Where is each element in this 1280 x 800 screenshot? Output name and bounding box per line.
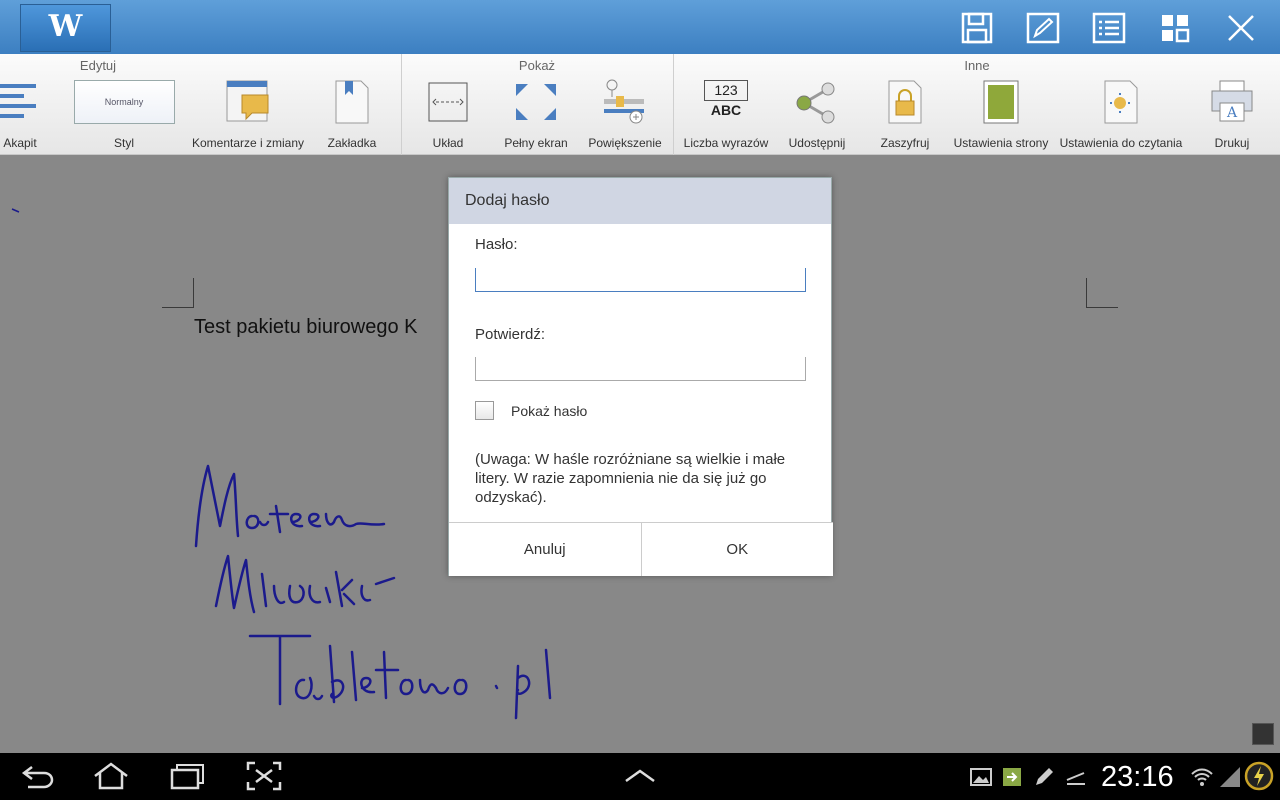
ribbon-zoom[interactable]: Powiększenie	[586, 78, 664, 152]
list-view-button[interactable]	[1089, 10, 1129, 46]
word-count-icon: 123 ABC	[680, 78, 772, 126]
ribbon-toolbar: Edytuj Pokaż Inne Akapit Normalny Styl K…	[0, 54, 1280, 155]
ribbon-label: Zakładka	[327, 136, 377, 150]
dialog-title: Dodaj hasło	[449, 178, 831, 224]
signal-icon	[1220, 767, 1240, 787]
grid-icon	[1162, 15, 1190, 43]
pencil-icon	[1026, 12, 1060, 44]
page-margin-mark	[1086, 278, 1118, 308]
document-text[interactable]: Test pakietu biurowego K	[194, 316, 417, 339]
page-settings-icon	[951, 78, 1051, 126]
page-margin-mark	[162, 278, 194, 308]
ribbon-bookmark[interactable]: Zakładka	[322, 78, 382, 152]
download-notification-icon[interactable]	[1000, 765, 1024, 789]
ribbon-label: Liczba wyrazów	[683, 136, 769, 150]
screenshot-icon[interactable]	[246, 761, 282, 791]
cancel-button[interactable]: Anuluj	[449, 523, 641, 576]
ok-button[interactable]: OK	[640, 523, 833, 576]
ribbon-label: Drukuj	[1214, 136, 1250, 150]
ribbon-label: Ustawienia strony	[953, 136, 1049, 150]
lock-icon	[872, 78, 938, 126]
bookmark-icon	[322, 78, 382, 126]
share-icon	[782, 78, 852, 126]
app-logo[interactable]: W	[20, 4, 111, 52]
ribbon-label: Akapit	[3, 136, 37, 150]
show-password-label[interactable]: Pokaż hasło	[511, 403, 587, 419]
ribbon-label: Układ	[432, 136, 464, 150]
confirm-password-input[interactable]	[475, 357, 806, 381]
ribbon-label: Udostępnij	[788, 136, 846, 150]
ribbon-label: Zaszyfruj	[880, 136, 930, 150]
confirm-password-label: Potwierdź:	[475, 326, 546, 343]
add-password-dialog: Dodaj hasło Hasło: Potwierdź: Pokaż hasł…	[448, 177, 833, 576]
group-label-view: Pokaż	[518, 58, 556, 73]
edit-button[interactable]	[1023, 10, 1063, 46]
show-password-checkbox[interactable]	[475, 401, 494, 420]
wifi-icon	[1191, 768, 1213, 786]
ribbon-print[interactable]: A Drukuj	[1204, 78, 1260, 152]
window-resize-button[interactable]	[1252, 723, 1274, 745]
password-input[interactable]	[475, 268, 806, 292]
group-label-edit: Edytuj	[79, 58, 117, 73]
password-case-note: (Uwaga: W haśle rozróżniane są wielkie i…	[475, 451, 786, 506]
ribbon-fullscreen[interactable]: Pełny ekran	[500, 78, 572, 152]
ribbon-label: Powiększenie	[588, 136, 662, 150]
title-bar: W	[0, 0, 1280, 54]
close-icon	[1228, 15, 1254, 41]
ribbon-label: Styl	[113, 136, 134, 150]
chevron-up-icon[interactable]	[622, 761, 658, 791]
ribbon-label: Pełny ekran	[504, 136, 568, 150]
pen-notification-icon[interactable]	[1032, 765, 1056, 789]
print-icon: A	[1204, 78, 1260, 126]
ribbon-reading-settings[interactable]: Ustawienia do czytania	[1057, 78, 1185, 152]
dialog-button-bar: Anuluj OK	[449, 522, 833, 576]
cursor-mark	[11, 208, 20, 213]
usb-notification-icon[interactable]	[1064, 765, 1088, 789]
ribbon-word-count[interactable]: 123 ABC Liczba wyrazów	[680, 78, 772, 152]
layout-icon	[420, 78, 476, 126]
list-icon	[1092, 12, 1126, 44]
group-divider	[673, 54, 674, 155]
grid-view-button[interactable]	[1155, 10, 1195, 46]
ribbon-label: Komentarze i zmiany	[191, 136, 305, 150]
ribbon-share[interactable]: Udostępnij	[782, 78, 852, 152]
ribbon-encrypt[interactable]: Zaszyfruj	[872, 78, 938, 152]
group-divider	[401, 54, 402, 155]
style-preview: Normalny	[73, 80, 175, 124]
close-button[interactable]	[1221, 10, 1261, 46]
comment-icon	[190, 78, 306, 126]
save-button[interactable]	[957, 10, 997, 46]
zoom-icon	[586, 78, 664, 126]
status-clock: 23:16	[1101, 761, 1174, 793]
home-icon[interactable]	[93, 761, 129, 791]
gallery-notification-icon[interactable]	[969, 765, 993, 789]
ribbon-style[interactable]: Normalny Styl	[73, 78, 175, 152]
fullscreen-icon	[500, 78, 572, 126]
ribbon-comments-changes[interactable]: Komentarze i zmiany	[190, 78, 306, 152]
ribbon-label: Ustawienia do czytania	[1059, 136, 1183, 150]
ribbon-page-settings[interactable]: Ustawienia strony	[951, 78, 1051, 152]
password-label: Hasło:	[475, 236, 518, 253]
group-label-other: Inne	[964, 58, 990, 73]
ribbon-layout[interactable]: Układ	[420, 78, 476, 152]
paragraph-icon	[0, 78, 40, 126]
recent-apps-icon[interactable]	[169, 761, 205, 791]
reading-settings-icon	[1057, 78, 1185, 126]
save-icon	[961, 12, 993, 44]
svg-text:A: A	[1226, 105, 1238, 121]
system-navigation-bar: 23:16	[0, 753, 1280, 800]
battery-charging-icon	[1244, 761, 1274, 791]
back-icon[interactable]	[20, 761, 56, 791]
ribbon-paragraph[interactable]: Akapit	[0, 78, 40, 152]
